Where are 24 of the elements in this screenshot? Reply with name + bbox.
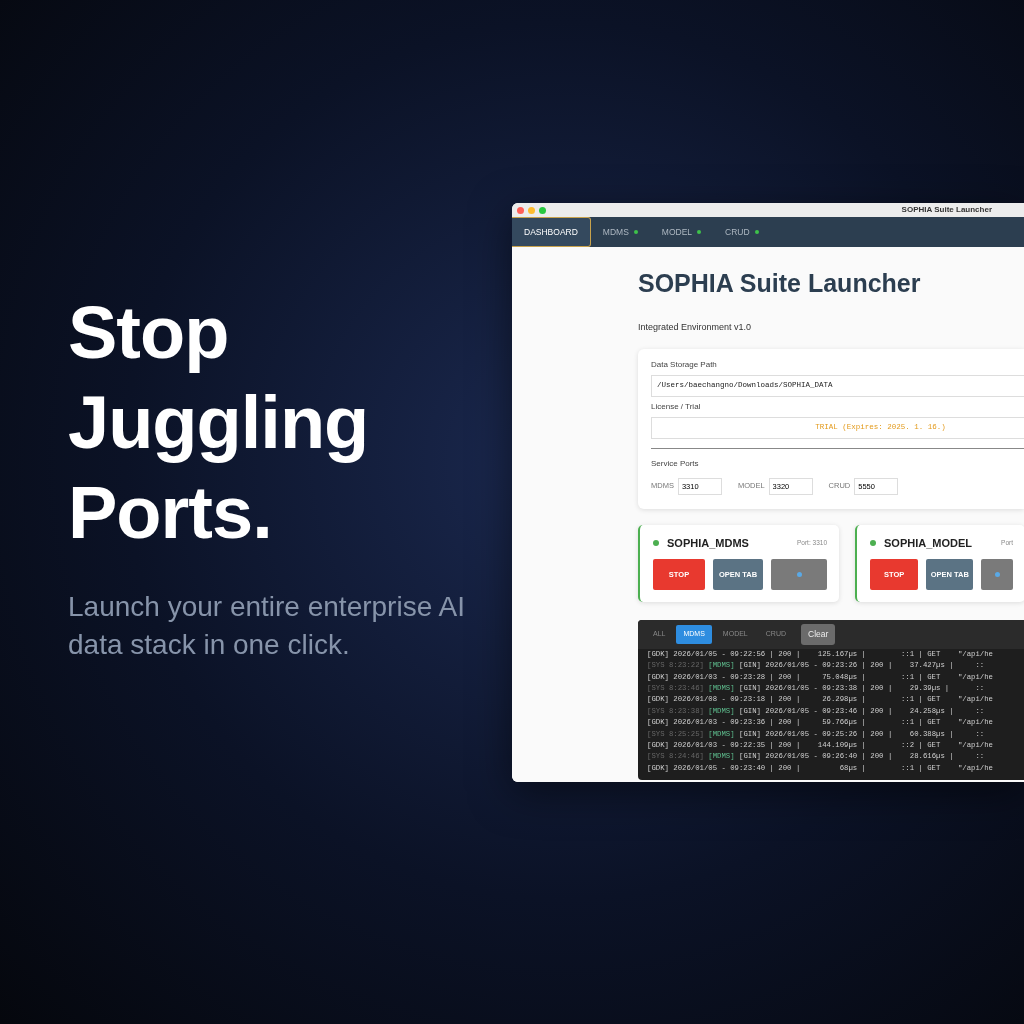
subheadline: Launch your entire enterprise AI data stack in one click. — [68, 590, 466, 662]
nav-tab[interactable]: DASHBOARD — [512, 217, 591, 247]
headline: Stop Juggling Ports. — [68, 290, 370, 556]
maximize-button[interactable] — [539, 206, 546, 214]
status-dot — [870, 539, 876, 546]
nav-tab[interactable]: MDMS — [590, 217, 650, 247]
service-name: SOPHIA_MDMS — [667, 535, 749, 551]
clear-button[interactable]: Clear — [801, 624, 836, 645]
icon-button[interactable] — [981, 559, 1013, 590]
close-button[interactable] — [517, 206, 524, 214]
nav-tab[interactable]: CRUD — [713, 217, 771, 247]
minimize-button[interactable] — [528, 206, 535, 214]
icon-button[interactable] — [771, 559, 827, 590]
dot-icon — [796, 571, 802, 577]
status-dot — [653, 539, 659, 546]
field-label: Data Storage Path — [651, 358, 718, 371]
dot-icon — [994, 571, 1000, 577]
page-subtitle: Integrated Environment v1.0 — [638, 321, 753, 334]
nav-tab[interactable]: MODEL — [649, 217, 714, 247]
service-name: SOPHIA_MODEL — [884, 535, 972, 551]
window-title: SOPHIA Suite Launcher — [901, 204, 992, 216]
section-label: Service Ports — [651, 457, 700, 470]
page-title: SOPHIA Suite Launcher — [638, 268, 922, 299]
field-label: License / Trial — [651, 400, 702, 413]
